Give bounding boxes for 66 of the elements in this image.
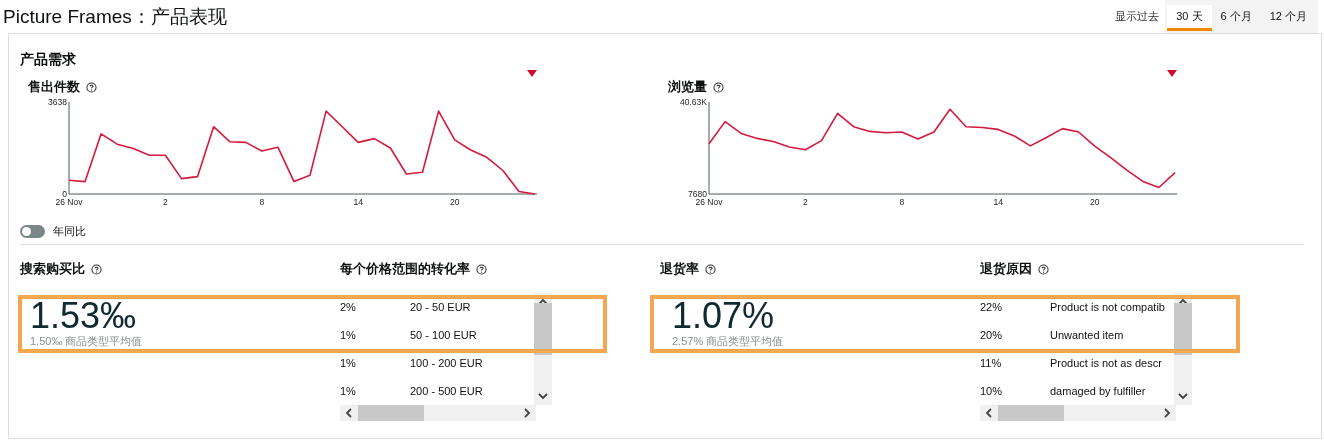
section-title: 搜索购买比: [20, 260, 85, 278]
horizontal-scrollbar[interactable]: [340, 405, 536, 421]
label-cell-text: 50 - 100 EUR: [410, 329, 478, 341]
share-cell-text: 22%: [980, 301, 1004, 313]
range-tab[interactable]: 12 个月: [1260, 5, 1316, 31]
axis-label: 7680: [688, 189, 707, 199]
help-icon[interactable]: [476, 263, 487, 275]
axis-label: 2: [163, 197, 168, 207]
help-icon[interactable]: [1038, 263, 1049, 275]
vertical-scrollbar[interactable]: [534, 293, 552, 405]
section-title: 退货原因: [980, 260, 1032, 278]
axis-label: 20: [449, 197, 460, 207]
axis-label: 8: [899, 197, 905, 207]
label-cell-text: Product is not as descr: [1050, 357, 1163, 369]
axis-label: 2: [803, 197, 808, 207]
chevron-down-icon[interactable]: [1178, 391, 1188, 401]
section-title: 退货率: [660, 260, 699, 278]
axis-label: 0: [62, 189, 67, 199]
category-average: 2.57% 商品类型平均值: [672, 335, 785, 348]
axis-label: 14: [993, 197, 1003, 207]
chevron-right-icon[interactable]: [522, 408, 532, 418]
triangle-icon[interactable]: [1167, 70, 1177, 78]
share-cell-text: 11%: [980, 357, 1003, 369]
help-icon[interactable]: [705, 263, 716, 275]
label-cell-text: damaged by fulfiller: [1050, 385, 1147, 397]
label-cell-text: 100 - 200 EUR: [410, 357, 484, 369]
metric-value: 1.53‰: [30, 297, 138, 335]
chart-title: 售出件数: [28, 78, 80, 96]
share-cell-text: 1%: [340, 385, 357, 397]
chevron-left-icon[interactable]: [984, 408, 994, 418]
label-cell-text: Unwanted item: [1050, 329, 1125, 341]
label-cell-text: Product is not compatib: [1050, 301, 1166, 313]
chevron-left-icon[interactable]: [344, 408, 354, 418]
share-cell-text: 1%: [340, 357, 357, 369]
range-label: 显示过去: [1115, 9, 1160, 24]
vertical-scrollbar[interactable]: [1174, 293, 1192, 405]
range-tab[interactable]: 6 个月: [1211, 5, 1261, 31]
toggle-label: 年同比: [53, 223, 86, 239]
share-cell-text: 2%: [340, 301, 357, 313]
horizontal-scrollbar[interactable]: [980, 405, 1176, 421]
axis-label: 20: [1089, 197, 1100, 207]
chart-title: 浏览量: [668, 78, 707, 96]
range-tab[interactable]: 30 天: [1167, 5, 1212, 31]
triangle-icon[interactable]: [527, 70, 537, 78]
section-title: 每个价格范围的转化率: [340, 260, 470, 278]
share-cell-text: 1%: [340, 329, 357, 341]
share-cell-text: 20%: [980, 329, 1004, 341]
axis-label: 26 Nov: [695, 197, 723, 207]
toggle-switch[interactable]: [20, 224, 45, 238]
help-icon[interactable]: [713, 81, 724, 93]
page-title: Picture Frames：产品表现: [3, 4, 227, 29]
chevron-down-icon[interactable]: [538, 391, 548, 401]
chevron-right-icon[interactable]: [1162, 408, 1172, 418]
axis-label: 26 Nov: [55, 197, 83, 207]
help-icon[interactable]: [91, 263, 102, 275]
section-heading: 产品需求: [20, 50, 77, 69]
axis-label: 14: [353, 197, 363, 207]
axis-label: 40.63K: [680, 97, 707, 107]
axis-label: 3638: [48, 97, 67, 107]
label-cell-text: 20 - 50 EUR: [410, 301, 472, 313]
metric-value: 1.07%: [672, 297, 776, 335]
help-icon[interactable]: [86, 81, 97, 93]
share-cell-text: 10%: [980, 385, 1004, 397]
axis-label: 8: [259, 197, 265, 207]
label-cell-text: 200 - 500 EUR: [410, 385, 484, 397]
category-average: 1.50‰ 商品类型平均值: [30, 335, 144, 348]
